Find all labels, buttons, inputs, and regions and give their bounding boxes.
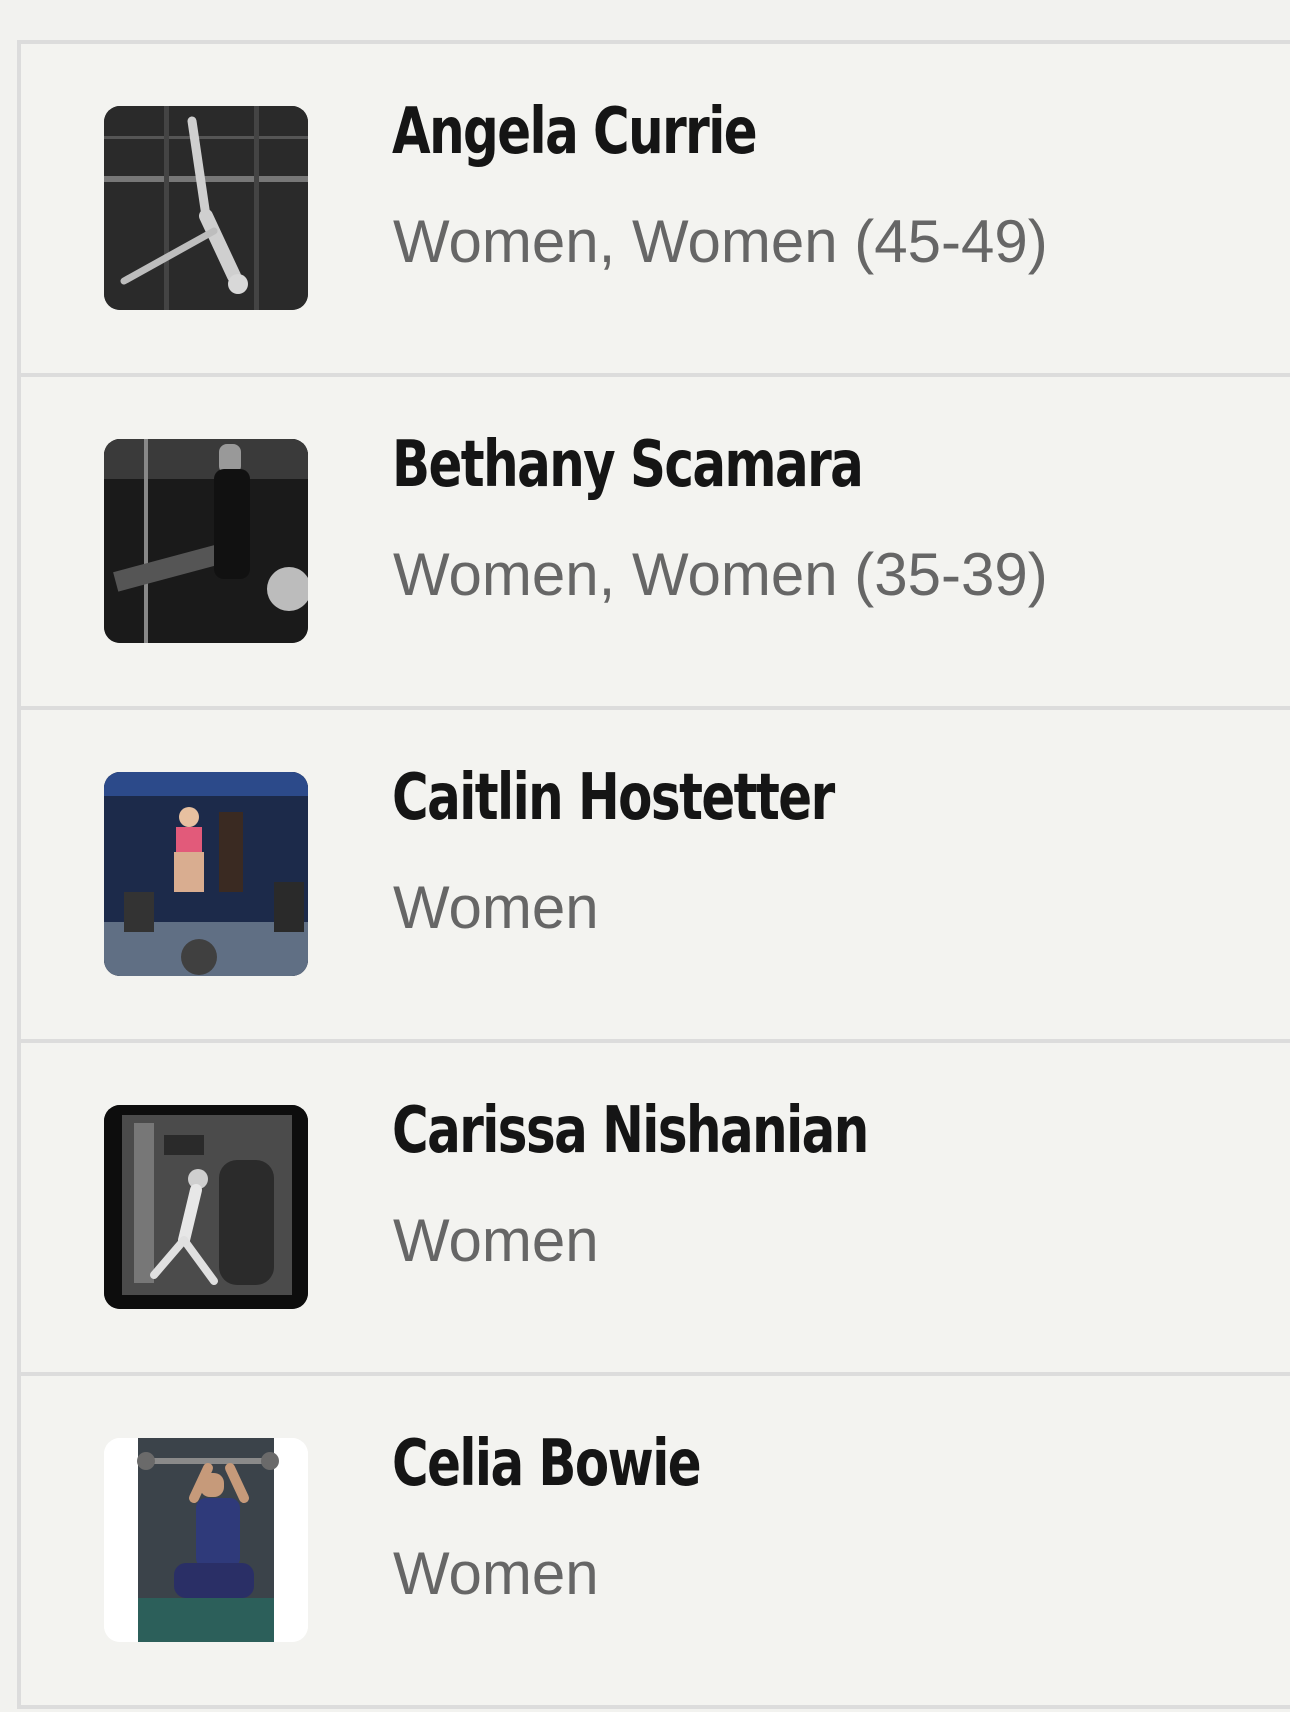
athlete-photo-image — [104, 439, 308, 643]
athlete-list: Angela Currie Women, Women (45-49) Betha… — [17, 40, 1290, 1709]
athlete-row[interactable]: Angela Currie Women, Women (45-49) — [21, 44, 1290, 377]
athlete-photo-icon — [104, 439, 308, 643]
athlete-name[interactable]: Carissa Nishanian — [392, 1099, 869, 1163]
athlete-division: Women, Women (45-49) — [393, 208, 1048, 275]
athlete-name[interactable]: Angela Currie — [392, 100, 758, 164]
athlete-photo-icon — [104, 106, 308, 310]
athlete-photo-image — [104, 1105, 308, 1309]
athlete-photo-image — [104, 106, 308, 310]
athlete-name[interactable]: Bethany Scamara — [392, 433, 864, 497]
athlete-photo-icon — [104, 772, 308, 976]
athlete-name[interactable]: Caitlin Hostetter — [392, 766, 835, 830]
athlete-photo-icon — [104, 1105, 308, 1309]
athlete-division: Women, Women (35-39) — [393, 541, 1048, 608]
athlete-division: Women — [393, 1540, 599, 1607]
athlete-row[interactable]: Caitlin Hostetter Women — [21, 710, 1290, 1043]
athlete-row[interactable]: Celia Bowie Women — [21, 1376, 1290, 1709]
athlete-photo-image — [104, 1438, 308, 1642]
athlete-name[interactable]: Celia Bowie — [392, 1432, 702, 1496]
athlete-row[interactable]: Carissa Nishanian Women — [21, 1043, 1290, 1376]
athlete-photo-icon — [104, 1438, 308, 1642]
athlete-row[interactable]: Bethany Scamara Women, Women (35-39) — [21, 377, 1290, 710]
athlete-photo-image — [104, 772, 308, 976]
athlete-division: Women — [393, 1207, 599, 1274]
athlete-division: Women — [393, 874, 599, 941]
